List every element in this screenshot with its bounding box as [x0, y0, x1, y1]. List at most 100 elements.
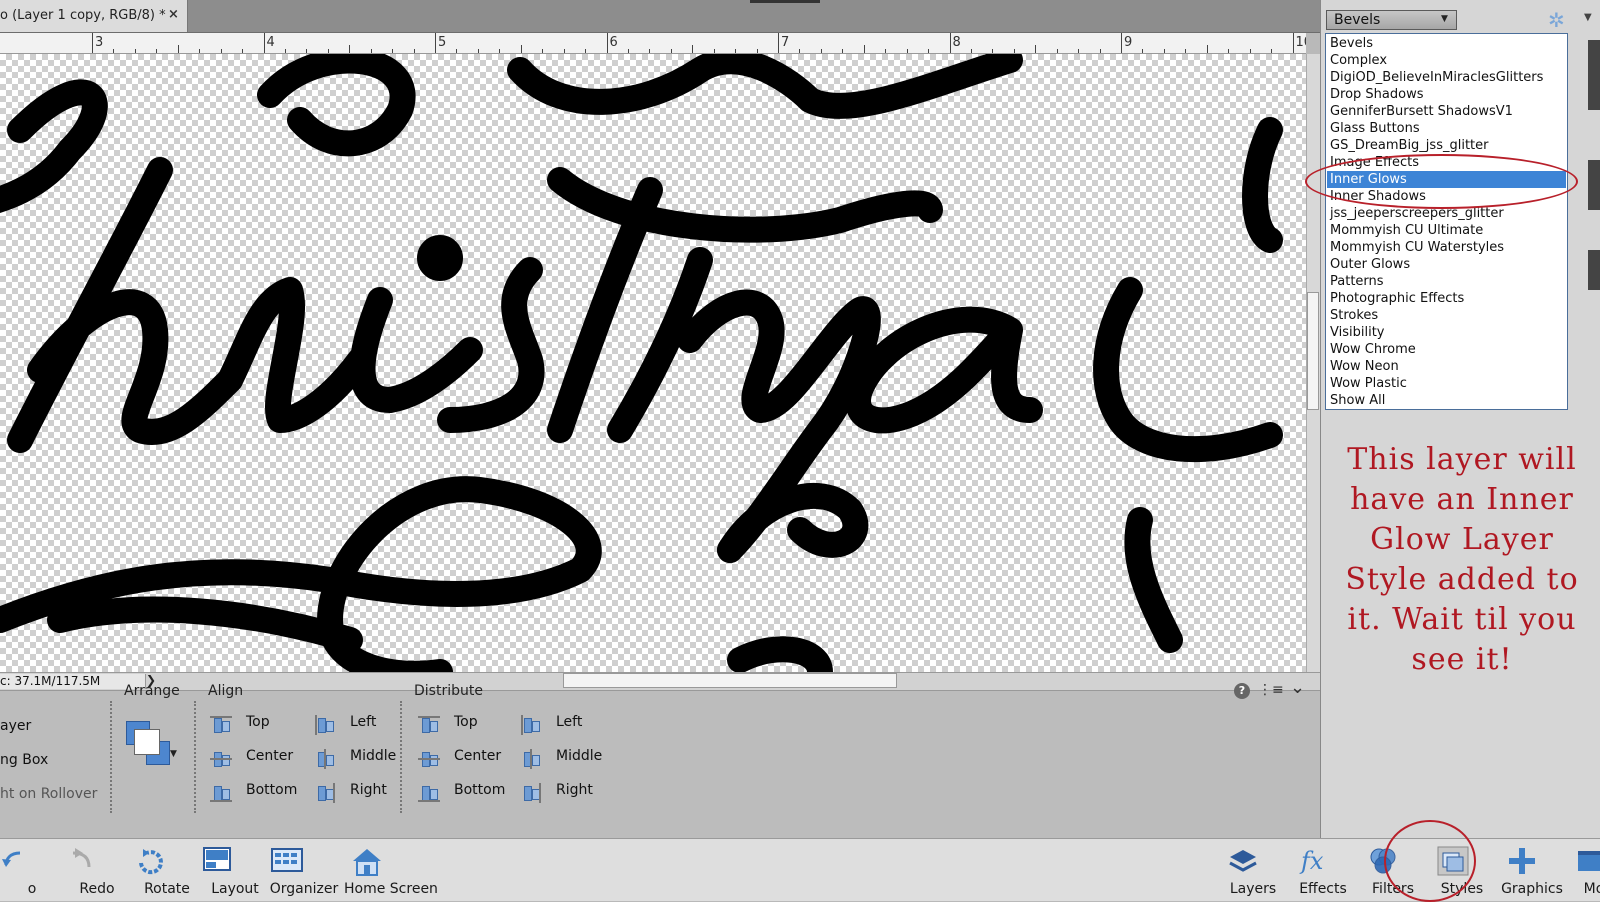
horizontal-scroll-thumb[interactable] — [563, 673, 897, 688]
distribute-col2-icon[interactable] — [520, 715, 542, 735]
distribute-col1-icon[interactable] — [418, 715, 440, 735]
distribute-heading: Distribute — [414, 683, 483, 699]
gear-icon[interactable]: ✲ — [1548, 8, 1565, 32]
distribute-col1-icon[interactable] — [418, 783, 440, 803]
style-category-option[interactable]: Complex — [1327, 52, 1566, 69]
distribute-col1-icon[interactable] — [418, 749, 440, 769]
align-col2-option[interactable]: Left — [350, 714, 376, 730]
ruler-minor-tick — [1142, 49, 1144, 53]
distribute-col1-option[interactable]: Center — [454, 748, 501, 764]
panel-side-tab[interactable] — [1588, 40, 1600, 110]
undo-icon — [0, 845, 32, 881]
ruler-number: 7 — [781, 35, 790, 50]
ruler-number: 8 — [952, 35, 961, 50]
ruler-minor-tick — [220, 49, 222, 53]
align-col1-icon[interactable] — [210, 749, 232, 769]
distribute-col1-option[interactable]: Top — [454, 714, 478, 730]
ruler-major-tick — [606, 33, 608, 53]
chevron-down-icon: ▼ — [170, 749, 177, 759]
help-icon[interactable]: ? — [1234, 683, 1250, 699]
style-category-option[interactable]: Photographic Effects — [1327, 290, 1566, 307]
ruler-minor-tick — [1099, 49, 1101, 53]
distribute-col2-option[interactable]: Right — [556, 782, 593, 798]
bottom-taskbar: o Redo Rotate Layout Organizer Home Screen Lay… — [0, 838, 1600, 901]
document-canvas[interactable] — [0, 54, 1306, 672]
panel-side-tab[interactable] — [1588, 250, 1600, 290]
align-col1-option[interactable]: Center — [246, 748, 293, 764]
ruler-minor-tick — [370, 49, 372, 53]
ruler-minor-tick — [349, 45, 351, 53]
align-col2-icon[interactable] — [314, 749, 336, 769]
style-category-option[interactable]: Show All — [1327, 392, 1566, 409]
taskbar-label: Home Screen — [344, 881, 438, 897]
style-category-option[interactable]: Drop Shadows — [1327, 86, 1566, 103]
ruler-minor-tick — [906, 49, 908, 53]
collapse-chevron-icon[interactable]: ⌄ — [1290, 677, 1305, 698]
align-col1-icon[interactable] — [210, 783, 232, 803]
document-tab[interactable]: o (Layer 1 copy, RGB/8) * × — [0, 0, 188, 32]
ruler-minor-tick — [992, 49, 994, 53]
ruler-minor-tick — [199, 49, 201, 53]
align-col2-icon[interactable] — [314, 715, 336, 735]
ruler-number: 3 — [95, 35, 104, 50]
style-category-option[interactable]: Patterns — [1327, 273, 1566, 290]
distribute-col1-option[interactable]: Bottom — [454, 782, 505, 798]
ruler-minor-tick — [456, 49, 458, 53]
ruler-minor-tick — [520, 45, 522, 53]
style-category-option[interactable]: Glass Buttons — [1327, 120, 1566, 137]
ruler-minor-tick — [306, 49, 308, 53]
close-icon[interactable]: × — [168, 7, 179, 22]
vertical-scroll-thumb[interactable] — [1307, 292, 1319, 410]
ruler-major-tick — [949, 33, 951, 53]
taskbar-label: Layers — [1229, 881, 1277, 897]
ruler-minor-tick — [413, 49, 415, 53]
style-category-option[interactable]: Bevels — [1327, 35, 1566, 52]
ruler-minor-tick — [1035, 45, 1037, 53]
distribute-col2-icon[interactable] — [520, 783, 542, 803]
align-col2-option[interactable]: Right — [350, 782, 387, 798]
arrange-button[interactable]: ▼ — [126, 721, 177, 769]
separator — [194, 701, 196, 813]
ruler-minor-tick — [928, 49, 930, 53]
chevron-down-icon: ▼ — [1441, 14, 1448, 24]
highlight-rollover-option[interactable]: ht on Rollover — [0, 786, 97, 802]
taskbar-label: Layout — [211, 881, 259, 897]
style-category-option[interactable]: Outer Glows — [1327, 256, 1566, 273]
ruler-minor-tick — [1206, 45, 1208, 53]
panel-menu-icon[interactable]: ⋮≡ — [1258, 682, 1284, 698]
style-category-option[interactable]: Strokes — [1327, 307, 1566, 324]
ruler-minor-tick — [842, 49, 844, 53]
chevron-down-icon[interactable]: ▼ — [1584, 12, 1592, 23]
ruler-minor-tick — [113, 49, 115, 53]
home-icon — [350, 845, 384, 881]
align-col2-option[interactable]: Middle — [350, 748, 396, 764]
style-category-dropdown[interactable]: Bevels Complex DigiOD_BelieveInMiraclesGli… — [1325, 33, 1568, 410]
distribute-col2-icon[interactable] — [520, 749, 542, 769]
style-category-option[interactable]: DigiOD_BelieveInMiraclesGlitters — [1327, 69, 1566, 86]
style-category-option[interactable]: Mommyish CU Waterstyles — [1327, 239, 1566, 256]
align-col1-option[interactable]: Bottom — [246, 782, 297, 798]
distribute-col2-option[interactable]: Middle — [556, 748, 602, 764]
align-heading: Align — [208, 683, 244, 699]
annotation-note: This layer will have an Inner Glow Layer… — [1345, 442, 1579, 677]
ruler-minor-tick — [649, 49, 651, 53]
align-col1-option[interactable]: Top — [246, 714, 270, 730]
style-category-option[interactable]: Wow Neon — [1327, 358, 1566, 375]
style-category-option[interactable]: Visibility — [1327, 324, 1566, 341]
style-category-option[interactable]: GS_DreamBig_jss_glitter — [1327, 137, 1566, 154]
style-category-option[interactable]: Mommyish CU Ultimate — [1327, 222, 1566, 239]
bounding-box-option[interactable]: ng Box — [0, 752, 48, 768]
ruler-minor-tick — [542, 49, 544, 53]
ruler-minor-tick — [392, 49, 394, 53]
align-col1-icon[interactable] — [210, 715, 232, 735]
horizontal-ruler: 3 4 5 6 7 8 9 10 — [0, 33, 1306, 54]
panel-side-tab[interactable] — [1588, 160, 1600, 210]
style-category-option[interactable]: Wow Chrome — [1327, 341, 1566, 358]
style-category-option[interactable]: GenniferBursett ShadowsV1 — [1327, 103, 1566, 120]
style-category-option[interactable]: Wow Plastic — [1327, 375, 1566, 392]
distribute-col2-option[interactable]: Left — [556, 714, 582, 730]
auto-select-layer-option[interactable]: ayer — [0, 718, 31, 734]
fx-icon: fx — [1297, 845, 1331, 881]
align-col2-icon[interactable] — [314, 783, 336, 803]
ruler-minor-tick — [799, 49, 801, 53]
